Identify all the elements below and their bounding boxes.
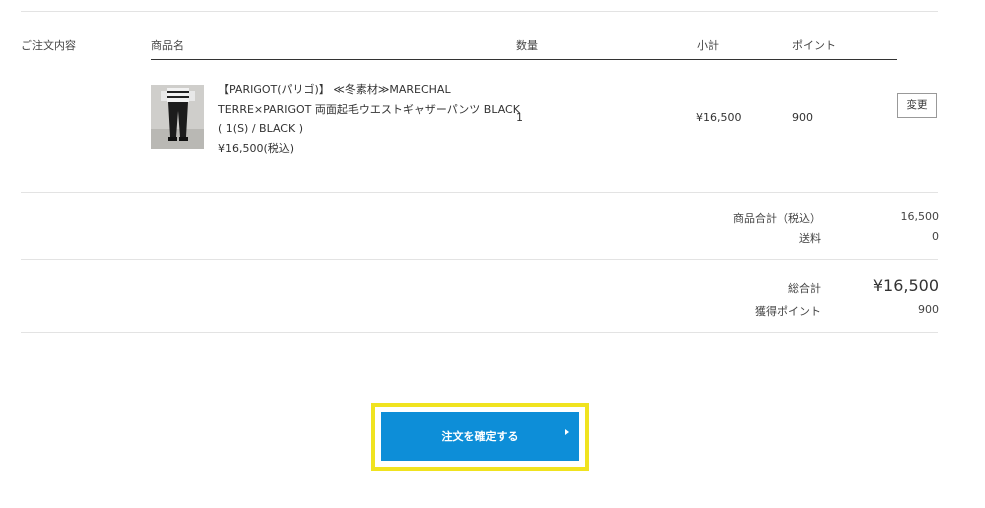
shipping-label: 送料 (799, 232, 821, 245)
top-divider (21, 11, 938, 12)
product-name-block: 【PARIGOT(パリゴ)】 ≪冬素材≫MARECHAL TERRE×PARIG… (218, 80, 520, 158)
header-underline (151, 59, 897, 60)
summary-divider (21, 259, 938, 260)
product-thumbnail[interactable] (151, 85, 204, 149)
item-subtotal: ¥16,500 (696, 111, 742, 124)
item-points: 900 (792, 111, 813, 124)
confirm-order-button[interactable]: 注文を確定する (381, 412, 579, 461)
change-button[interactable]: 変更 (897, 93, 937, 118)
merch-total-label: 商品合計（税込） (733, 212, 821, 225)
product-photo-pants-icon (151, 85, 204, 149)
header-points: ポイント (792, 39, 836, 52)
grand-total-label: 総合計 (788, 282, 821, 295)
item-divider (21, 192, 938, 193)
confirm-order-label: 注文を確定する (441, 430, 519, 443)
shipping-value: 0 (932, 230, 939, 243)
product-variant: ( 1(S) / BLACK ) (218, 122, 303, 135)
order-section-label: ご注文内容 (21, 39, 76, 52)
item-quantity: 1 (516, 111, 523, 124)
header-subtotal: 小計 (697, 39, 719, 52)
header-quantity: 数量 (516, 39, 538, 52)
chevron-right-icon (565, 429, 569, 435)
bottom-divider (21, 332, 938, 333)
grand-total-value: ¥16,500 (872, 276, 939, 295)
product-name-line2[interactable]: TERRE×PARIGOT 両面起毛ウエストギャザーパンツ BLACK (218, 100, 520, 120)
product-name-line1[interactable]: 【PARIGOT(パリゴ)】 ≪冬素材≫MARECHAL (218, 80, 510, 100)
merch-total-value: 16,500 (900, 210, 940, 223)
earned-points-value: 900 (918, 303, 939, 316)
earned-points-label: 獲得ポイント (755, 305, 821, 318)
product-price: ¥16,500(税込) (218, 141, 295, 155)
header-product: 商品名 (151, 39, 184, 52)
